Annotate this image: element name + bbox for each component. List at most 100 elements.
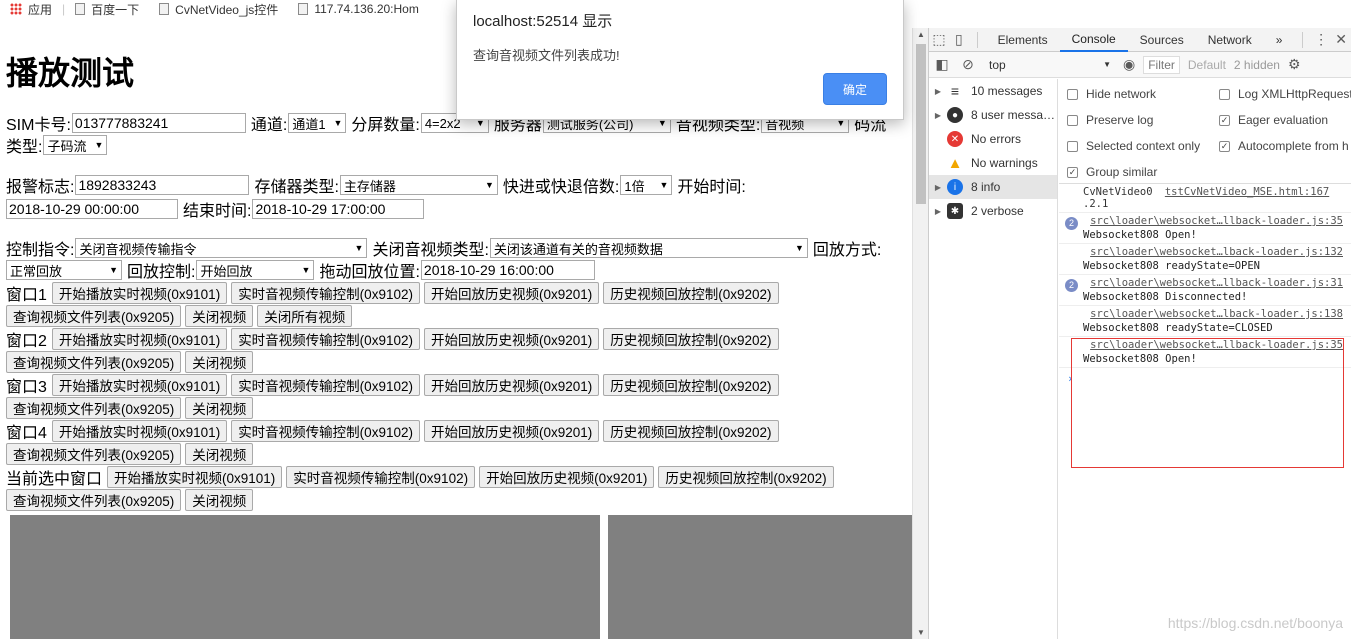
bookmark-baidu[interactable]: 百度一下 [75, 1, 139, 18]
scroll-up-icon[interactable]: ▲ [917, 30, 925, 39]
speed-select[interactable]: 1倍 ▼ [620, 175, 673, 195]
setting-hide-network[interactable]: Hide network [1067, 87, 1156, 101]
sim-label: SIM卡号: [6, 117, 71, 134]
sidebar-item-info[interactable]: ▶ i 8 info [929, 175, 1057, 199]
page-icon [159, 3, 170, 15]
start-live-button[interactable]: 开始播放实时视频(0x9101) [51, 420, 228, 442]
history-ctrl-button[interactable]: 历史视频回放控制(0x9202) [603, 328, 779, 350]
info-icon: i [947, 179, 963, 195]
eye-icon[interactable]: ◉ [1123, 56, 1135, 73]
bookmark-apps[interactable]: 应用 [10, 1, 52, 18]
setting-eager-evaluation[interactable]: ✓ Eager evaluation [1219, 113, 1328, 127]
live-ctrl-button[interactable]: 实时音视频传输控制(0x9102) [231, 420, 420, 442]
query-list-button[interactable]: 查询视频文件列表(0x9205) [6, 305, 182, 327]
more-tabs-icon[interactable]: » [1264, 28, 1295, 52]
selected-window-row-2: 查询视频文件列表(0x9205) 关闭视频 [6, 489, 254, 511]
source-link[interactable]: src\loader\websocket…lback-loader.js:132 [1083, 246, 1343, 258]
video-player-1[interactable] [10, 515, 600, 639]
window-1-row-2: 查询视频文件列表(0x9205) 关闭视频 关闭所有视频 [6, 305, 353, 327]
close-all-button[interactable]: 关闭所有视频 [257, 305, 353, 327]
query-list-button[interactable]: 查询视频文件列表(0x9205) [6, 351, 182, 373]
control-cmd-select[interactable]: 关闭音视频传输指令 ▼ [75, 238, 368, 258]
history-ctrl-button[interactable]: 历史视频回放控制(0x9202) [603, 420, 779, 442]
page-icon [298, 3, 309, 15]
stream-type-select[interactable]: 子码流 ▼ [43, 135, 108, 155]
source-link[interactable]: src\loader\websocket…llback-loader.js:31 [1083, 277, 1343, 289]
bookmark-host[interactable]: 117.74.136.20:Hom [298, 2, 419, 16]
start-history-button[interactable]: 开始回放历史视频(0x9201) [423, 420, 600, 442]
expand-icon: ▶ [934, 182, 942, 192]
kebab-menu-icon[interactable]: ⋮ [1311, 31, 1331, 48]
scrollbar-thumb[interactable] [916, 44, 926, 204]
start-history-button[interactable]: 开始回放历史视频(0x9201) [423, 282, 600, 304]
playback-ctrl-select[interactable]: 开始回放 ▼ [196, 260, 315, 280]
sidebar-item-verbose[interactable]: ▶ ✱ 2 verbose [929, 199, 1057, 223]
playback-mode-select[interactable]: 正常回放 ▼ [6, 260, 122, 280]
start-live-button[interactable]: 开始播放实时视频(0x9101) [51, 282, 228, 304]
sidebar-item-messages[interactable]: ▶ ≡ 10 messages [929, 79, 1057, 103]
start-live-button[interactable]: 开始播放实时视频(0x9101) [51, 374, 228, 396]
query-list-button[interactable]: 查询视频文件列表(0x9205) [6, 489, 182, 511]
live-ctrl-button[interactable]: 实时音视频传输控制(0x9102) [231, 374, 420, 396]
window-3-label: 窗口3 [6, 379, 47, 396]
query-list-button[interactable]: 查询视频文件列表(0x9205) [6, 397, 182, 419]
filter-input[interactable]: Filter [1143, 55, 1180, 74]
alarm-input[interactable]: 1892833243 [75, 175, 250, 195]
video-player-2[interactable] [608, 515, 912, 639]
scroll-down-icon[interactable]: ▼ [917, 628, 925, 637]
close-video-button[interactable]: 关闭视频 [185, 489, 254, 511]
page-scrollbar[interactable]: ▲ ▼ [912, 28, 928, 639]
setting-log-xhr[interactable]: Log XMLHttpRequests [1219, 87, 1351, 101]
source-link[interactable]: src\loader\websocket…llback-loader.js:35 [1083, 215, 1343, 227]
close-type-select[interactable]: 关闭该通道有关的音视频数据 ▼ [489, 238, 808, 258]
close-video-button[interactable]: 关闭视频 [185, 305, 254, 327]
sim-input[interactable]: 013777883241 [71, 113, 246, 133]
log-levels-select[interactable]: Default [1188, 58, 1226, 72]
clear-console-icon[interactable]: ⊘ [955, 56, 981, 73]
sidebar-item-errors[interactable]: ✕ No errors [929, 127, 1057, 151]
tab-elements[interactable]: Elements [986, 28, 1060, 52]
setting-selected-context[interactable]: Selected context only [1067, 139, 1200, 153]
close-video-button[interactable]: 关闭视频 [185, 351, 254, 373]
setting-autocomplete[interactable]: ✓ Autocomplete from h [1219, 139, 1349, 153]
start-history-button[interactable]: 开始回放历史视频(0x9201) [423, 328, 600, 350]
end-time-input[interactable]: 2018-10-29 17:00:00 [252, 199, 425, 219]
live-ctrl-button[interactable]: 实时音视频传输控制(0x9102) [231, 282, 420, 304]
close-video-button[interactable]: 关闭视频 [185, 397, 254, 419]
storage-select[interactable]: 主存储器 ▼ [339, 175, 498, 195]
source-link[interactable]: tstCvNetVideo_MSE.html:167 [1165, 186, 1329, 198]
start-time-input[interactable]: 2018-10-29 00:00:00 [6, 199, 178, 219]
live-ctrl-button[interactable]: 实时音视频传输控制(0x9102) [231, 328, 420, 350]
close-icon[interactable]: ✕ [1331, 31, 1351, 48]
start-history-button[interactable]: 开始回放历史视频(0x9201) [423, 374, 600, 396]
close-video-button[interactable]: 关闭视频 [185, 443, 254, 465]
sidebar-item-warnings[interactable]: ▲ No warnings [929, 151, 1057, 175]
tab-console[interactable]: Console [1059, 28, 1128, 52]
setting-preserve-log[interactable]: Preserve log [1067, 113, 1153, 127]
source-link[interactable]: src\loader\websocket…lback-loader.js:138 [1083, 308, 1343, 320]
inspect-icon[interactable]: ⬚ [929, 31, 949, 48]
start-live-button[interactable]: 开始播放实时视频(0x9101) [51, 328, 228, 350]
history-ctrl-button[interactable]: 历史视频回放控制(0x9202) [658, 466, 834, 488]
live-ctrl-button[interactable]: 实时音视频传输控制(0x9102) [286, 466, 476, 488]
device-toolbar-icon[interactable]: ▯ [949, 31, 969, 48]
ok-button[interactable]: 确定 [823, 73, 887, 105]
sidebar-toggle-icon[interactable]: ◧ [929, 56, 955, 73]
bookmark-cvnetvideo[interactable]: CvNetVideo_js控件 [159, 1, 278, 18]
context-select[interactable]: top ▼ [985, 56, 1115, 74]
tab-network[interactable]: Network [1196, 28, 1264, 52]
gear-icon[interactable]: ⚙ [1288, 56, 1301, 73]
start-history-button[interactable]: 开始回放历史视频(0x9201) [479, 466, 655, 488]
checkbox-checked: ✓ [1219, 140, 1230, 152]
window-2-row: 窗口2 开始播放实时视频(0x9101) 实时音视频传输控制(0x9102) 开… [6, 328, 779, 350]
history-ctrl-button[interactable]: 历史视频回放控制(0x9202) [603, 282, 779, 304]
drag-position-input[interactable]: 2018-10-29 16:00:00 [420, 260, 595, 280]
channel-select[interactable]: 通道1 ▼ [288, 113, 347, 133]
tab-sources[interactable]: Sources [1128, 28, 1196, 52]
setting-group-similar[interactable]: ✓ Group similar [1067, 165, 1157, 179]
start-live-button[interactable]: 开始播放实时视频(0x9101) [107, 466, 283, 488]
sidebar-item-user-messages[interactable]: ▶ ● 8 user messa… [929, 103, 1057, 127]
history-ctrl-button[interactable]: 历史视频回放控制(0x9202) [603, 374, 779, 396]
message-text: Websocket808 Disconnected! [1083, 291, 1248, 303]
query-list-button[interactable]: 查询视频文件列表(0x9205) [6, 443, 182, 465]
